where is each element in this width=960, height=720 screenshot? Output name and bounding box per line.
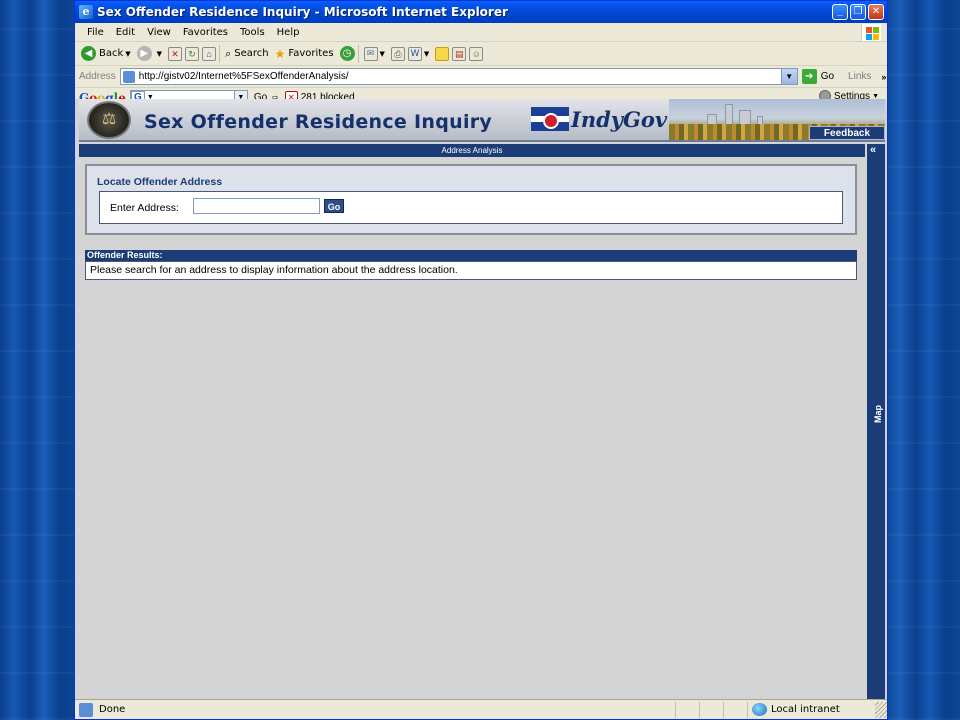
locate-go-button[interactable]: Go xyxy=(324,199,344,213)
page-icon xyxy=(122,70,135,83)
chevron-down-icon[interactable]: ▼ xyxy=(157,50,162,58)
back-arrow-icon: ◀ xyxy=(81,46,96,61)
locate-form: Enter Address: Go xyxy=(99,191,843,224)
windows-logo-icon xyxy=(861,24,881,41)
security-zone: Local intranet xyxy=(747,701,875,718)
city-seal-icon: ⚖ xyxy=(87,101,131,139)
edit-button[interactable]: W ▼ xyxy=(407,46,430,61)
results-message: Please search for an address to display … xyxy=(85,261,857,280)
refresh-icon[interactable]: ↻ xyxy=(185,46,200,61)
page-icon xyxy=(79,702,93,717)
home-icon[interactable]: ⌂ xyxy=(202,46,217,61)
collapse-icon[interactable]: « xyxy=(870,144,876,156)
feedback-button[interactable]: Feedback xyxy=(809,126,885,140)
address-label: Address xyxy=(79,71,116,82)
status-cell xyxy=(699,701,723,718)
status-text: Done xyxy=(99,704,126,715)
address-field[interactable] xyxy=(193,198,320,214)
back-label: Back xyxy=(99,48,124,59)
messenger-icon[interactable]: ☺ xyxy=(469,46,484,61)
status-bar: Done Local intranet xyxy=(75,699,887,719)
print-icon[interactable]: ⎙ xyxy=(390,46,405,61)
search-label: Search xyxy=(234,48,269,59)
search-icon: ⌕ xyxy=(225,46,232,60)
back-button[interactable]: ◀ Back ▼ xyxy=(81,46,131,61)
chevron-down-icon: ▼ xyxy=(423,49,430,58)
menu-edit[interactable]: Edit xyxy=(110,27,141,38)
search-button[interactable]: ⌕ Search xyxy=(225,47,269,61)
chevron-down-icon: ▼ xyxy=(379,49,385,58)
page-content: ⚖ Sex Offender Residence Inquiry IndyGov… xyxy=(75,99,887,699)
discuss-icon[interactable] xyxy=(435,46,450,61)
maximize-button[interactable]: ❐ xyxy=(850,4,866,20)
toolbar-separator xyxy=(219,44,221,63)
indy-flag-icon xyxy=(531,107,569,131)
chevron-down-icon[interactable]: ▼ xyxy=(125,50,130,58)
favorites-label: Favorites xyxy=(288,48,334,59)
stop-icon[interactable]: ✕ xyxy=(168,46,183,61)
indygov-logo[interactable]: IndyGov xyxy=(571,107,667,132)
map-panel-rail[interactable]: « Map xyxy=(867,144,885,699)
menu-bar: File Edit View Favorites Tools Help xyxy=(75,23,887,42)
results-header: Offender Results: xyxy=(85,250,857,261)
menu-help[interactable]: Help xyxy=(271,27,306,38)
toolbar-separator xyxy=(357,44,359,63)
browser-window: e Sex Offender Residence Inquiry - Micro… xyxy=(74,0,888,720)
status-cell xyxy=(723,701,747,718)
status-cell xyxy=(675,701,699,718)
go-arrow-icon: ➔ xyxy=(801,69,817,84)
ie-icon: e xyxy=(79,5,93,19)
chevron-down-icon[interactable]: ▼ xyxy=(780,69,797,84)
favorites-button[interactable]: ★ Favorites xyxy=(275,47,334,61)
site-title: Sex Offender Residence Inquiry xyxy=(144,111,493,133)
window-title: Sex Offender Residence Inquiry - Microso… xyxy=(97,5,508,19)
address-bar: Address http://gistv02/Internet%5FSexOff… xyxy=(75,66,887,88)
history-icon[interactable]: ◷ xyxy=(339,46,355,61)
address-go-label: Go xyxy=(820,71,835,82)
site-banner: ⚖ Sex Offender Residence Inquiry IndyGov… xyxy=(79,99,885,142)
locate-panel: Locate Offender Address Enter Address: G… xyxy=(85,164,857,235)
research-icon[interactable]: ▤ xyxy=(452,46,467,61)
address-go-button[interactable]: ➔ Go xyxy=(801,69,835,84)
chevron-right-icon[interactable]: » xyxy=(881,72,886,82)
links-button[interactable]: Links xyxy=(848,71,871,82)
menu-favorites[interactable]: Favorites xyxy=(177,27,234,38)
menu-file[interactable]: File xyxy=(81,27,110,38)
resize-grip[interactable] xyxy=(875,701,887,718)
zone-label: Local intranet xyxy=(771,704,840,715)
forward-arrow-icon: ▶ xyxy=(136,46,152,61)
mail-button[interactable]: ✉ ▼ xyxy=(363,46,385,61)
minimize-button[interactable]: _ xyxy=(832,4,848,20)
forward-button[interactable]: ▶ ▼ xyxy=(136,46,162,61)
section-header: Address Analysis xyxy=(79,144,865,157)
star-icon: ★ xyxy=(274,46,286,61)
close-button[interactable]: ✕ xyxy=(868,4,884,20)
mail-icon: ✉ xyxy=(363,46,378,61)
locate-title: Locate Offender Address xyxy=(97,176,223,188)
address-field-label: Enter Address: xyxy=(110,202,179,214)
title-bar[interactable]: e Sex Offender Residence Inquiry - Micro… xyxy=(75,1,887,23)
address-url: http://gistv02/Internet%5FSexOffenderAna… xyxy=(138,71,349,82)
intranet-icon xyxy=(752,703,767,716)
menu-tools[interactable]: Tools xyxy=(234,27,271,38)
standard-toolbar: ◀ Back ▼ ▶ ▼ ✕ ↻ ⌂ ⌕ Search ★ Favorites … xyxy=(75,42,887,66)
menu-view[interactable]: View xyxy=(141,27,177,38)
word-icon: W xyxy=(407,46,422,61)
map-tab[interactable]: Map xyxy=(873,405,883,423)
address-input[interactable]: http://gistv02/Internet%5FSexOffenderAna… xyxy=(119,68,798,85)
